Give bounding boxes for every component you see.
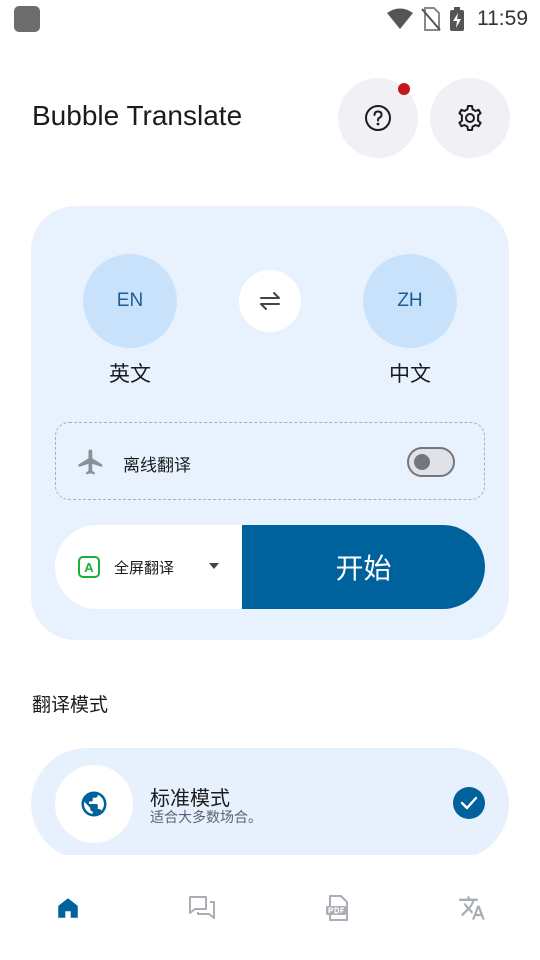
mode-option-standard[interactable]: 标准模式 适合大多数场合。 <box>31 748 509 860</box>
status-bar: 11:59 <box>0 0 540 38</box>
bottom-navigation <box>0 855 540 960</box>
help-button[interactable] <box>338 78 418 158</box>
toggle-knob <box>414 454 430 470</box>
status-icons: 11:59 <box>387 6 528 32</box>
status-time: 11:59 <box>477 7 528 30</box>
gear-icon <box>458 105 482 131</box>
help-circle-icon <box>365 105 391 131</box>
pdf-icon <box>326 895 348 921</box>
home-icon <box>58 898 78 918</box>
source-language-button[interactable]: EN <box>83 254 177 348</box>
target-language-name: 中文 <box>389 362 431 386</box>
translation-mode-dropdown[interactable]: A 全屏翻译 <box>55 525 243 609</box>
check-icon <box>453 787 485 819</box>
action-row: A 全屏翻译 开始 <box>55 525 485 609</box>
target-language-button[interactable]: ZH <box>363 254 457 348</box>
offline-translation-toggle[interactable] <box>407 447 455 477</box>
translation-mode-label: 全屏翻译 <box>114 559 175 577</box>
nav-home[interactable] <box>38 891 98 925</box>
swap-horizontal-icon <box>260 292 280 310</box>
nav-translate[interactable] <box>442 891 502 925</box>
battery-charging-icon <box>450 7 464 31</box>
app-notification-icon <box>14 6 40 32</box>
offline-translation-label: 离线翻译 <box>123 456 191 476</box>
translate-icon <box>459 896 485 920</box>
caret-down-icon <box>209 563 219 569</box>
swap-languages-button[interactable] <box>239 270 301 332</box>
source-language-name: 英文 <box>109 362 151 386</box>
nav-chat[interactable] <box>172 891 232 925</box>
chat-icon <box>189 896 215 919</box>
section-title: 翻译模式 <box>32 694 109 716</box>
translation-card: EN ZH 英文 中文 离线翻译 A 全屏翻译 开始 <box>31 206 509 640</box>
wifi-icon <box>387 8 413 29</box>
start-button[interactable]: 开始 <box>242 525 485 609</box>
settings-button[interactable] <box>430 78 510 158</box>
offline-translation-row: 离线翻译 <box>55 422 485 500</box>
no-sim-icon <box>421 7 441 31</box>
fullscreen-mode-icon: A <box>78 556 100 578</box>
airplane-icon <box>78 449 103 475</box>
mode-description: 适合大多数场合。 <box>150 810 262 826</box>
mode-icon-container <box>55 765 133 843</box>
globe-icon <box>81 791 107 817</box>
app-title: Bubble Translate <box>32 100 243 131</box>
nav-pdf[interactable] <box>307 891 367 925</box>
notification-dot <box>398 83 410 95</box>
